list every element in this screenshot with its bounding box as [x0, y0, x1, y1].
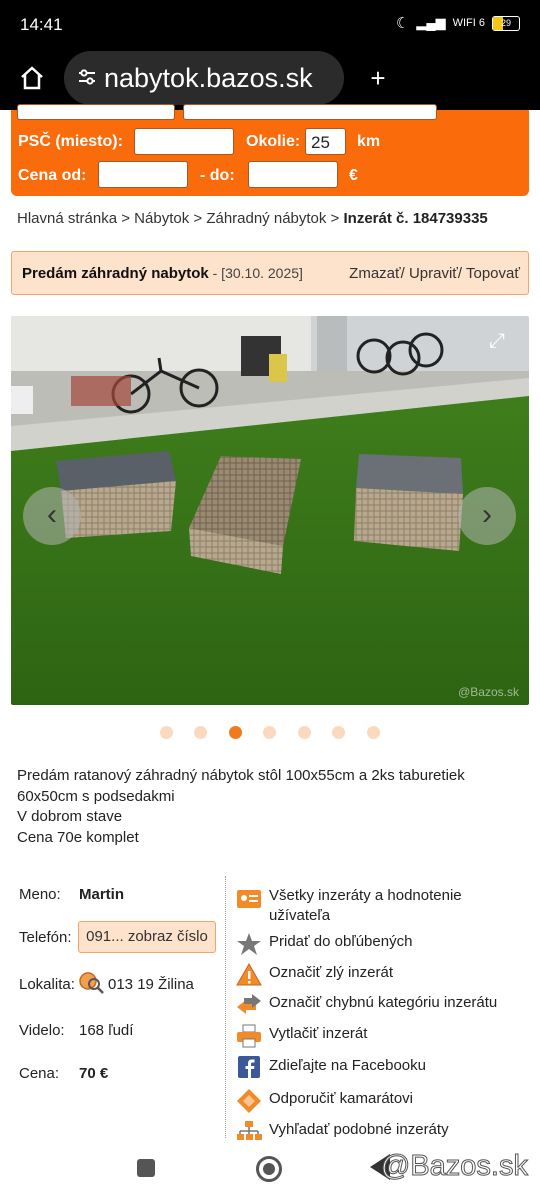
gallery-dot-active[interactable] — [229, 726, 242, 739]
cena-do-label: - do: — [200, 167, 235, 184]
gallery-dot[interactable] — [298, 726, 311, 739]
url-text[interactable]: nabytok.bazos.sk — [104, 63, 313, 94]
moon-icon: ☾ — [395, 15, 410, 32]
psc-label: PSČ (miesto): — [18, 133, 123, 150]
new-tab-icon[interactable]: + — [358, 60, 398, 96]
star-icon — [237, 933, 261, 955]
description-line: V dobrom stave — [17, 808, 123, 825]
cena-od-input[interactable] — [98, 161, 188, 188]
euro-label: € — [349, 167, 358, 184]
show-phone-button[interactable]: 091... zobraz číslo — [78, 921, 216, 953]
prev-photo-button[interactable]: ‹ — [23, 487, 81, 545]
ad-description: Predám ratanový záhradný nábytok stôl 10… — [17, 766, 527, 848]
photo-garden-furniture — [11, 316, 529, 705]
home-nav-icon[interactable] — [256, 1156, 282, 1182]
all-ads-link[interactable]: Všetky inzeráty a hodnotenie užívateľa — [236, 886, 536, 926]
signal-icon: ▂▄▆ — [416, 15, 446, 30]
price-value: 70 € — [79, 1065, 109, 1082]
gallery-dot[interactable] — [194, 726, 207, 739]
recent-apps-icon[interactable] — [137, 1159, 155, 1177]
cena-od-label: Cena od: — [18, 167, 87, 184]
wrong-category-icon — [237, 994, 261, 1014]
seller-location[interactable]: 013 19 Žilina — [108, 976, 194, 993]
meno-label: Meno: — [19, 886, 61, 903]
telefon-label: Telefón: — [19, 929, 72, 946]
breadcrumb-current: Inzerát č. 184739335 — [343, 210, 488, 227]
printer-icon — [237, 1024, 261, 1048]
ad-date: - [30.10. 2025] — [208, 265, 303, 281]
breadcrumb-category[interactable]: Nábytok — [134, 210, 189, 227]
ad-title-bar: Predám záhradný nabytok - [30.10. 2025] … — [11, 251, 529, 295]
gallery-dot[interactable] — [160, 726, 173, 739]
description-line: 60x50cm s podsedakmi — [17, 787, 175, 805]
photo-watermark: @Bazos.sk — [458, 685, 519, 699]
address-bar[interactable]: nabytok.bazos.sk — [64, 51, 344, 105]
map-search-icon[interactable] — [79, 972, 105, 994]
next-photo-button[interactable]: › — [458, 487, 516, 545]
okolie-input[interactable]: 25 — [305, 128, 346, 155]
category-select-partial[interactable] — [183, 104, 437, 120]
breadcrumb-subcategory[interactable]: Záhradný nábytok — [206, 210, 326, 227]
km-label: km — [357, 133, 381, 150]
gallery-dots — [0, 726, 540, 740]
seller-name: Martin — [79, 886, 124, 903]
view-count: 168 ľudí — [79, 1022, 134, 1039]
breadcrumb: Hlavná stránka > Nábytok > Záhradný náby… — [17, 210, 488, 227]
battery-icon: 29 — [492, 15, 520, 31]
ad-title: Predám záhradný nabytok - [30.10. 2025] — [22, 265, 303, 282]
ad-photo[interactable]: ⤢ @Bazos.sk — [11, 316, 529, 705]
status-bar: 14:41 ☾ ▂▄▆ WIFI 6 29 — [0, 0, 540, 48]
search-keyword-field-partial[interactable] — [17, 104, 175, 120]
gallery-dot[interactable] — [367, 726, 380, 739]
home-icon[interactable] — [12, 60, 52, 96]
bazos-watermark: @Bazos.sk — [380, 1150, 528, 1183]
system-nav-bar: @Bazos.sk — [0, 1140, 540, 1200]
wifi-icon: WIFI 6 — [452, 17, 485, 29]
clock: 14:41 — [20, 15, 63, 34]
description-line: Predám ratanový záhradný nábytok stôl 10… — [17, 767, 465, 784]
description-line: Cena 70e komplet — [17, 828, 139, 846]
recommend-icon — [237, 1089, 261, 1113]
site-settings-icon[interactable] — [76, 66, 98, 88]
gallery-dot[interactable] — [332, 726, 345, 739]
okolie-label: Okolie: — [246, 133, 301, 150]
column-divider — [225, 876, 226, 1138]
cena-label: Cena: — [19, 1065, 60, 1082]
breadcrumb-home[interactable]: Hlavná stránka — [17, 210, 117, 227]
cena-do-input[interactable] — [248, 161, 338, 188]
facebook-icon — [238, 1056, 260, 1078]
search-panel: PSČ (miesto): Okolie: 25 km Cena od: - d… — [11, 104, 529, 196]
videlo-label: Videlo: — [19, 1022, 65, 1039]
user-ads-icon — [237, 890, 261, 908]
psc-input[interactable] — [134, 128, 234, 155]
warning-icon — [236, 963, 262, 986]
fullscreen-icon[interactable]: ⤢ — [483, 330, 511, 356]
ad-manage-links[interactable]: Zmazať/ Upraviť/ Topovať — [349, 265, 520, 282]
lokalita-label: Lokalita: — [19, 976, 75, 993]
gallery-dot[interactable] — [263, 726, 276, 739]
status-icons: ☾ ▂▄▆ WIFI 6 29 — [396, 14, 520, 32]
